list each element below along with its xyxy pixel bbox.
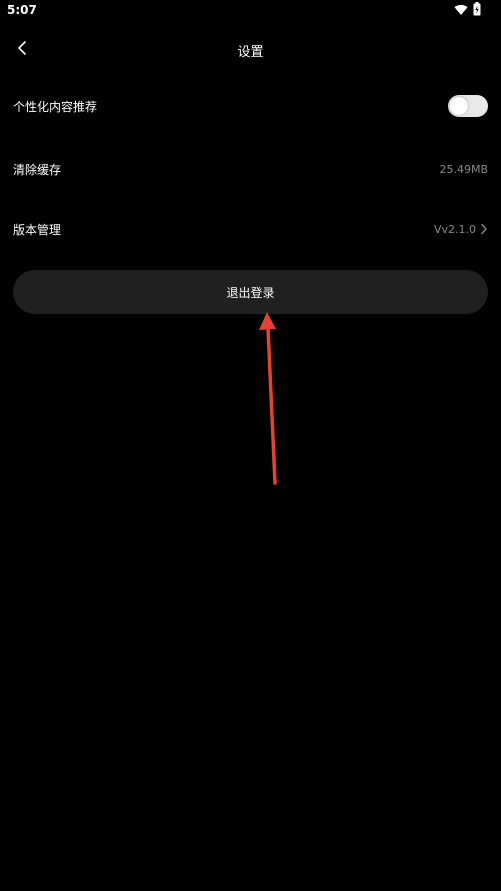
- battery-icon: [473, 1, 481, 20]
- setting-row-personalized: 个性化内容推荐: [13, 86, 488, 126]
- status-icons: [454, 1, 481, 20]
- version-value: Vv2.1.0: [433, 222, 476, 236]
- chevron-right-icon: [480, 220, 488, 239]
- clear-cache-label: 清除缓存: [13, 162, 62, 177]
- setting-row-clear-cache[interactable]: 清除缓存 25.49MB: [13, 149, 488, 189]
- status-bar: 5:07: [0, 0, 501, 22]
- header: 设置: [0, 30, 501, 70]
- logout-button[interactable]: 退出登录: [13, 270, 488, 314]
- version-right: Vv2.1.0: [434, 220, 488, 239]
- page-title: 设置: [237, 45, 264, 60]
- wifi-icon: [454, 1, 468, 20]
- version-label: 版本管理: [13, 222, 62, 237]
- setting-row-version[interactable]: 版本管理 Vv2.1.0: [13, 209, 488, 249]
- personalized-label: 个性化内容推荐: [13, 99, 98, 114]
- personalized-toggle[interactable]: [448, 95, 488, 117]
- status-time: 5:07: [7, 3, 37, 17]
- cache-size-value: 25.49MB: [439, 162, 488, 176]
- annotation-arrow-icon: [259, 312, 277, 485]
- toggle-knob: [450, 97, 468, 115]
